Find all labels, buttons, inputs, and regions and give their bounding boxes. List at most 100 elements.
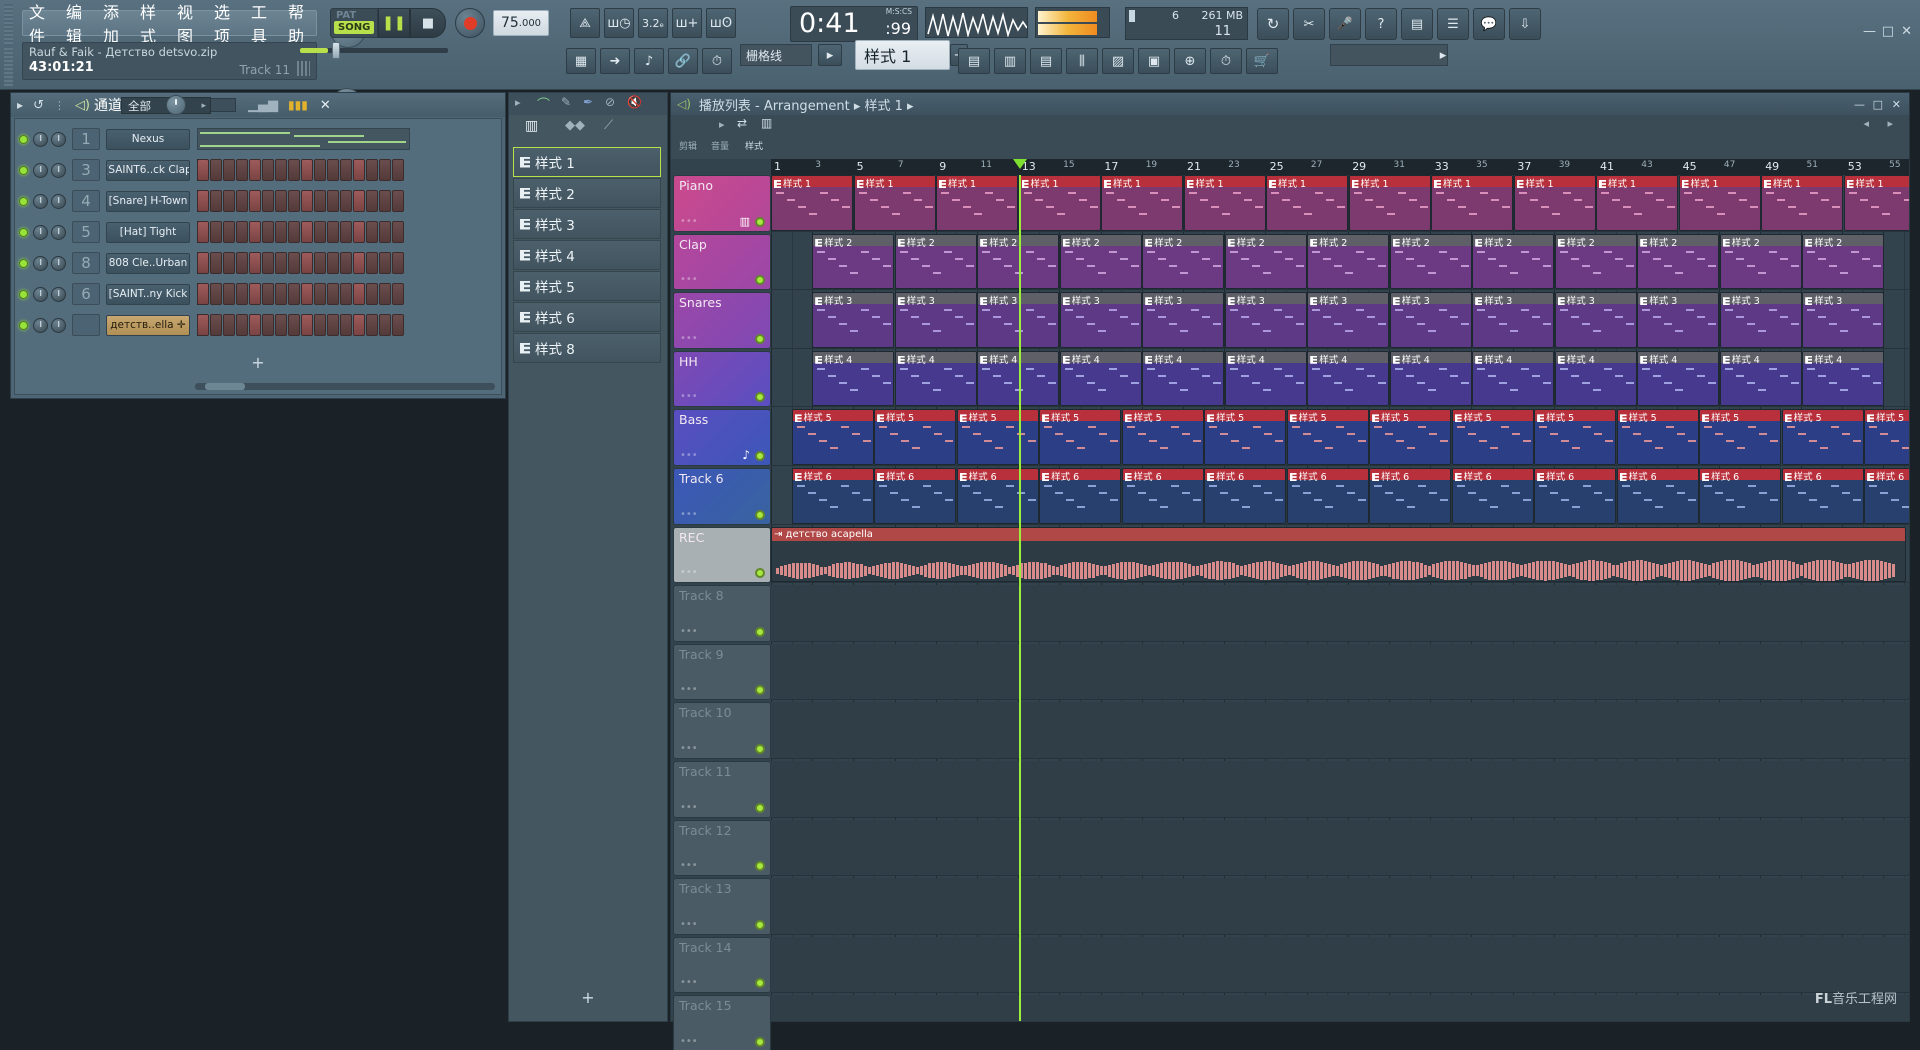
- step-button[interactable]: [236, 159, 248, 181]
- channel-volume-knob[interactable]: [51, 317, 66, 333]
- step-button[interactable]: [223, 252, 235, 274]
- menu-item-0[interactable]: 文件: [29, 0, 57, 47]
- step-button[interactable]: [197, 252, 209, 274]
- channel-name[interactable]: [Snare] H-Town: [106, 190, 190, 212]
- speaker-mute-icon[interactable]: 🔇: [627, 95, 642, 109]
- pattern-selector[interactable]: 样式 1: [855, 40, 950, 70]
- microphone-icon[interactable]: 🎤: [1329, 8, 1361, 40]
- picker-add-button[interactable]: +: [509, 988, 667, 1007]
- loop-record-icon[interactable]: шʘ: [706, 8, 736, 38]
- pattern-clip[interactable]: 样式 4: [1142, 350, 1225, 407]
- track-header[interactable]: Clap •••: [673, 233, 771, 291]
- pattern-clip[interactable]: 样式 1: [1596, 175, 1678, 231]
- step-button[interactable]: [353, 221, 365, 243]
- refresh-icon[interactable]: ↻: [1257, 8, 1289, 40]
- menu-item-1[interactable]: 编辑: [66, 0, 94, 47]
- channel-name[interactable]: Nexus: [106, 128, 190, 150]
- step-button[interactable]: [223, 190, 235, 212]
- step-sequencer-row[interactable]: [197, 128, 410, 150]
- step-button[interactable]: [262, 190, 274, 212]
- channel-volume-knob[interactable]: [51, 286, 66, 302]
- pattern-clip[interactable]: 样式 3: [812, 292, 895, 348]
- step-sequencer-row[interactable]: [197, 314, 404, 336]
- track-options-dots[interactable]: •••: [680, 977, 698, 988]
- step-button[interactable]: [236, 283, 248, 305]
- step-button[interactable]: [314, 221, 326, 243]
- step-button[interactable]: [210, 314, 222, 336]
- pattern-clip[interactable]: 样式 2: [1554, 233, 1637, 290]
- record-button[interactable]: [455, 8, 485, 38]
- channel-pan-knob[interactable]: [33, 193, 48, 209]
- step-sequencer-row[interactable]: [197, 190, 404, 212]
- step-button[interactable]: [275, 159, 287, 181]
- step-button[interactable]: [197, 159, 209, 181]
- step-button[interactable]: [301, 252, 313, 274]
- menu-item-6[interactable]: 工具: [251, 0, 279, 47]
- step-button[interactable]: [249, 190, 261, 212]
- track-enable-led[interactable]: [755, 509, 765, 520]
- channel-name[interactable]: [SAINT6..ck Clap: [106, 159, 190, 181]
- step-sequencer-row[interactable]: [197, 283, 404, 305]
- pattern-clip[interactable]: 样式 5: [1369, 409, 1452, 465]
- pattern-clip[interactable]: 样式 2: [1142, 233, 1225, 290]
- track-enable-led[interactable]: [755, 919, 765, 930]
- pattern-clip[interactable]: 样式 5: [791, 409, 874, 465]
- track-options-dots[interactable]: •••: [680, 743, 698, 754]
- channel-number[interactable]: 4: [72, 190, 100, 212]
- step-button[interactable]: [392, 252, 404, 274]
- step-button[interactable]: [288, 252, 300, 274]
- track-options-dots[interactable]: •••: [680, 919, 698, 930]
- step-seq-icon[interactable]: ▤: [958, 48, 990, 74]
- piano-roll-icon[interactable]: ♪: [634, 48, 664, 74]
- link-icon[interactable]: 🔗: [668, 48, 698, 74]
- track-header[interactable]: Track 14 •••: [673, 936, 771, 994]
- track-enable-led[interactable]: [755, 626, 765, 637]
- step-button[interactable]: [353, 252, 365, 274]
- step-button[interactable]: [210, 190, 222, 212]
- note-icon[interactable]: ♪: [742, 448, 750, 462]
- clip-icon[interactable]: ✎: [561, 95, 571, 109]
- channel-add-button[interactable]: +: [15, 353, 501, 372]
- channel-volume-knob[interactable]: [51, 131, 66, 147]
- pattern-item[interactable]: 样式 1: [513, 147, 661, 177]
- pat-label[interactable]: PAT: [336, 10, 356, 21]
- step-button[interactable]: [353, 314, 365, 336]
- pattern-clip[interactable]: 样式 5: [1204, 409, 1287, 465]
- step-button[interactable]: [340, 221, 352, 243]
- pattern-item[interactable]: 样式 3: [513, 209, 661, 239]
- track-enable-led[interactable]: [755, 978, 765, 989]
- step-button[interactable]: [379, 221, 391, 243]
- step-button[interactable]: [223, 314, 235, 336]
- stop-button[interactable]: ■: [410, 8, 446, 38]
- step-button[interactable]: [379, 283, 391, 305]
- channel-volume-knob[interactable]: [51, 193, 66, 209]
- step-sequencer-row[interactable]: [197, 159, 404, 181]
- pattern-clip[interactable]: 样式 6: [1534, 468, 1617, 524]
- hint-next-icon[interactable]: ▸: [1434, 44, 1452, 66]
- track-header[interactable]: Piano ••• ▥: [673, 175, 771, 232]
- pl-scroll-right-icon[interactable]: ▸: [1887, 117, 1893, 130]
- pl-sync-icon[interactable]: ⇄: [737, 116, 747, 130]
- mixer-panel-icon[interactable]: ⫼: [1066, 48, 1098, 74]
- track-options-dots[interactable]: •••: [680, 626, 698, 637]
- chat-icon[interactable]: 💬: [1473, 8, 1505, 40]
- channel-volume-knob[interactable]: [51, 224, 66, 240]
- magnet-icon[interactable]: ⌒: [537, 94, 550, 113]
- playlist-maximize-icon[interactable]: □: [1873, 98, 1883, 111]
- playhead-marker[interactable]: [1013, 159, 1027, 169]
- step-sequencer-row[interactable]: [197, 221, 404, 243]
- step-button[interactable]: [366, 314, 378, 336]
- channel-row[interactable]: 6 [SAINT..ny Kick: [19, 280, 499, 308]
- track-options-dots[interactable]: •••: [680, 567, 698, 578]
- channel-number[interactable]: 6: [72, 283, 100, 305]
- pattern-clip[interactable]: 样式 1: [1183, 175, 1266, 231]
- pattern-clip[interactable]: 样式 2: [1472, 233, 1555, 290]
- color-icon[interactable]: ▮▮▮: [288, 98, 308, 112]
- rack-horizontal-scrollbar[interactable]: [195, 383, 495, 390]
- step-button[interactable]: [353, 159, 365, 181]
- pattern-clip[interactable]: 样式 1: [1348, 175, 1431, 231]
- channel-rack-titlebar[interactable]: ▸ ↺ 全部 ▸ ⋮ ◁) 通道机架 ▁▄▆ ▮▮▮ ✕: [11, 93, 505, 117]
- pattern-clip[interactable]: 样式 5: [1121, 409, 1204, 465]
- step-button[interactable]: [249, 159, 261, 181]
- pattern-clip[interactable]: 样式 1: [1266, 175, 1348, 231]
